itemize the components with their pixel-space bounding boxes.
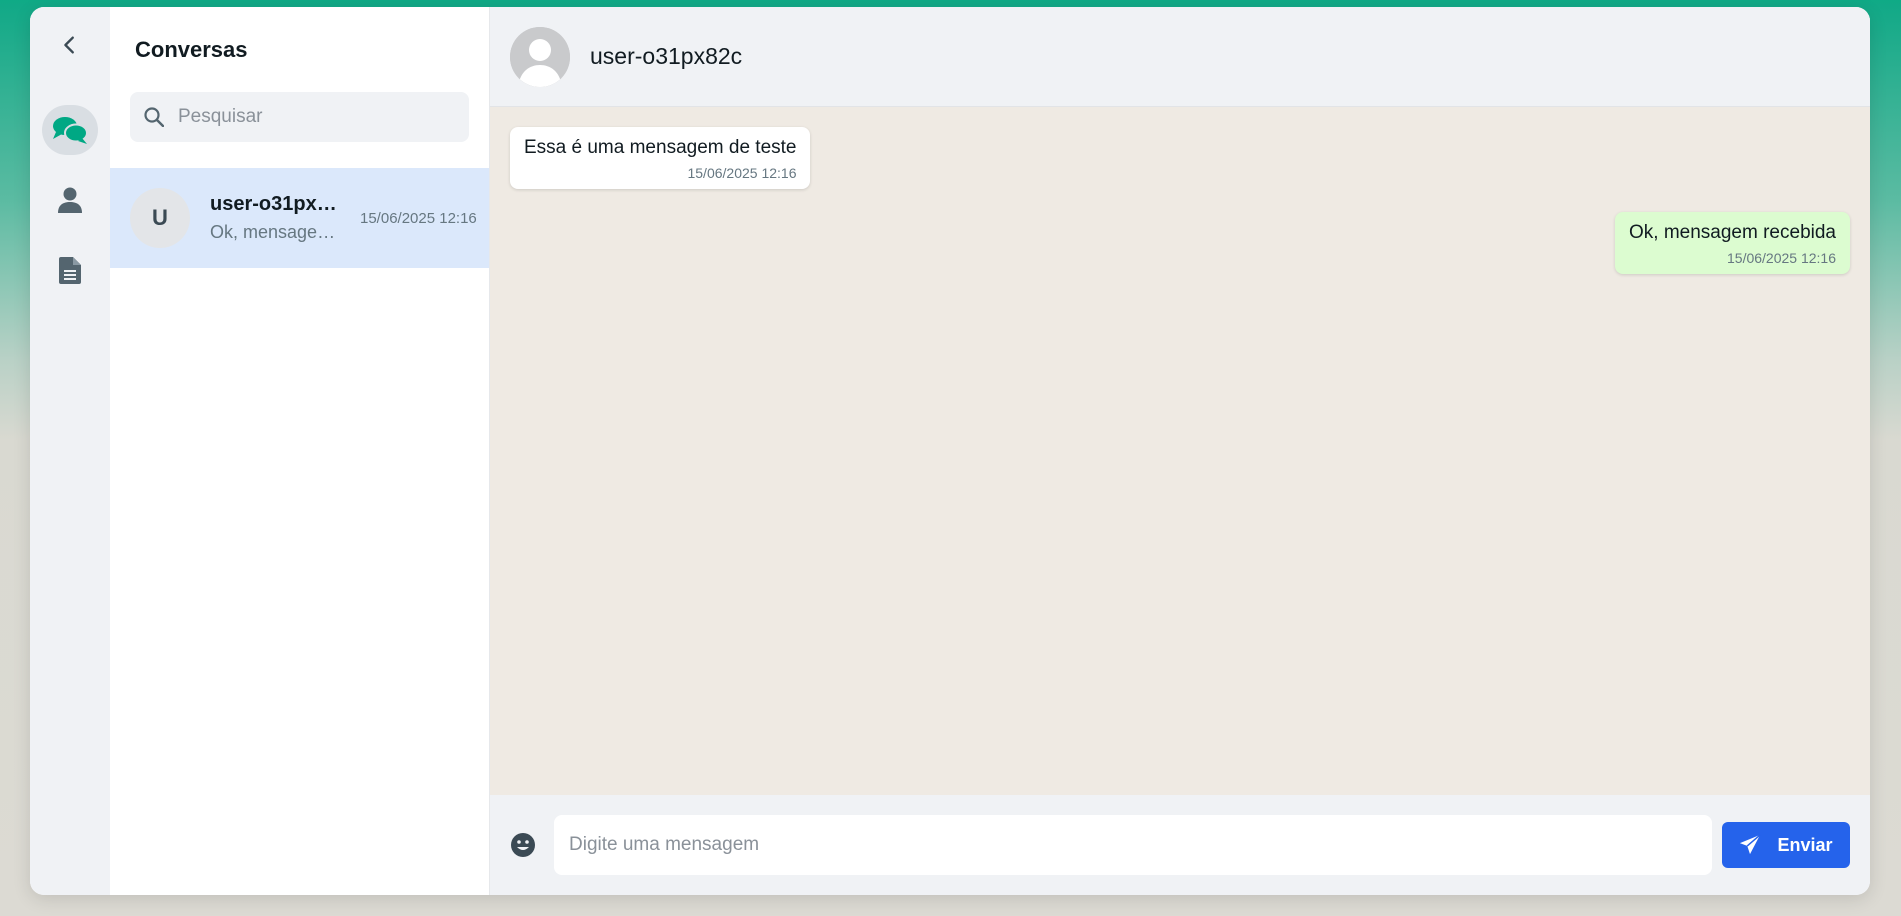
search-icon	[144, 107, 164, 127]
chats-nav-button[interactable]	[42, 105, 98, 155]
nav-rail	[30, 7, 110, 895]
chat-bubbles-icon	[53, 117, 88, 144]
chat-panel: user-o31px82c Essa é uma mensagem de tes…	[490, 7, 1870, 895]
smiley-icon[interactable]	[510, 832, 536, 858]
message-input[interactable]	[554, 815, 1712, 875]
send-button[interactable]: Enviar	[1722, 822, 1850, 868]
message-composer: Enviar	[490, 795, 1870, 895]
back-button[interactable]	[42, 25, 98, 65]
send-button-label: Enviar	[1777, 834, 1833, 855]
user-icon	[58, 187, 82, 213]
document-icon	[59, 256, 81, 284]
message-time: 15/06/2025 12:16	[687, 165, 797, 181]
avatar: U	[130, 188, 190, 248]
message-text: Ok, mensagem recebida	[1629, 222, 1836, 243]
chat-app-window: Conversas U user-o31px82c Ok, mensagem r…	[30, 7, 1870, 895]
conversation-item[interactable]: U user-o31px82c Ok, mensagem recebida 15…	[110, 168, 489, 268]
search-input[interactable]	[178, 106, 438, 128]
conversation-list-title: Conversas	[135, 37, 248, 62]
documents-nav-button[interactable]	[42, 245, 98, 295]
outgoing-message: Ok, mensagem recebida 15/06/2025 12:16	[1615, 212, 1850, 274]
paper-plane-icon	[1740, 834, 1762, 855]
conversation-text: user-o31px82c Ok, mensagem recebida	[210, 193, 338, 243]
message-area: Essa é uma mensagem de teste 15/06/2025 …	[490, 107, 1870, 795]
conversation-list-panel: Conversas U user-o31px82c Ok, mensagem r…	[110, 7, 490, 895]
search-box[interactable]	[130, 92, 469, 142]
chevron-left-icon	[64, 36, 74, 54]
default-avatar-icon	[510, 26, 570, 87]
incoming-message: Essa é uma mensagem de teste 15/06/2025 …	[510, 127, 811, 189]
chat-header: user-o31px82c	[490, 7, 1870, 107]
conversation-preview: Ok, mensagem recebida	[210, 222, 338, 242]
conversation-name: user-o31px82c	[210, 193, 338, 215]
contact-avatar[interactable]	[510, 26, 570, 87]
conversation-time: 15/06/2025 12:16	[360, 209, 477, 227]
message-time: 15/06/2025 12:16	[1727, 250, 1836, 266]
contact-name: user-o31px82c	[590, 43, 743, 69]
message-text: Essa é uma mensagem de teste	[524, 137, 797, 158]
contacts-nav-button[interactable]	[42, 175, 98, 225]
